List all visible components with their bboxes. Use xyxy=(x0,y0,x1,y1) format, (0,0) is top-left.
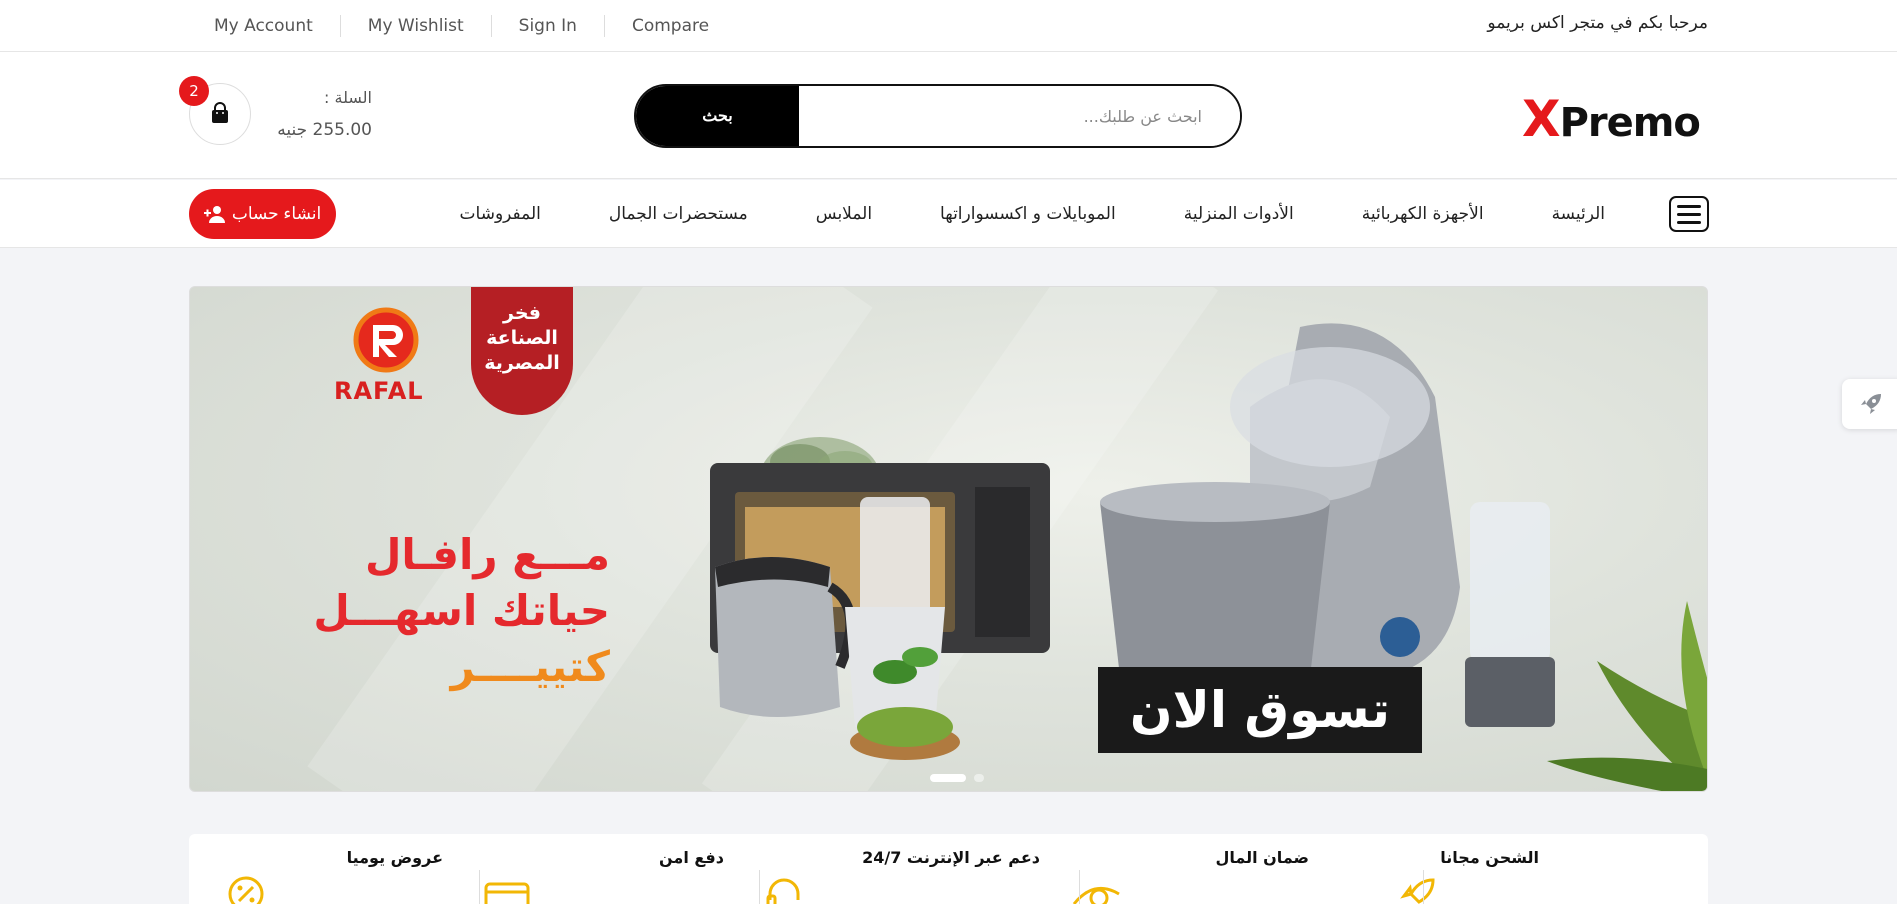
feature-divider xyxy=(1423,870,1424,904)
rocket-icon xyxy=(1400,878,1435,904)
feature-title: دفع امن xyxy=(659,848,724,867)
logo-text: Premo xyxy=(1559,100,1701,146)
feature-title: الشحن مجانا xyxy=(1440,848,1539,867)
welcome-text: مرحبا بكم في متجر اكس بريمو xyxy=(1487,13,1708,33)
compare-link[interactable]: Compare xyxy=(603,15,736,37)
cart-count-badge: 2 xyxy=(179,76,209,106)
feature-online-support: دعم عبر الإنترنت 24/7 xyxy=(764,834,1040,904)
nav-item-cosmetics[interactable]: مستحضرات الجمال xyxy=(609,204,748,224)
cart-label: السلة : xyxy=(324,88,372,107)
search-input[interactable] xyxy=(799,86,1240,146)
carousel-dots xyxy=(930,774,984,782)
site-logo[interactable]: XPremo xyxy=(1522,90,1701,148)
floating-rocket-button[interactable] xyxy=(1842,379,1897,429)
feature-divider xyxy=(1079,870,1080,904)
feature-title: ضمان المال xyxy=(1215,848,1309,867)
nav-item-home[interactable]: الرئيسة xyxy=(1552,204,1605,224)
feature-money-back: ضمان المال xyxy=(1069,834,1309,904)
hero-banner[interactable]: فخر الصناعة المصرية RAFAL مـــع رافـال ح… xyxy=(189,286,1708,792)
top-bar: My Account My Wishlist Sign In Compare م… xyxy=(0,0,1897,52)
feature-divider xyxy=(479,870,480,904)
carousel-dot[interactable] xyxy=(974,774,984,782)
nav-item-clothes[interactable]: الملابس xyxy=(816,204,872,224)
nav-item-furnishings[interactable]: المفروشات xyxy=(460,204,541,224)
shopping-bag-icon xyxy=(212,102,228,123)
feature-title: عروض يوميا xyxy=(346,848,443,867)
shop-now-button[interactable]: تسوق الان xyxy=(1098,667,1422,753)
card-icon xyxy=(484,882,530,904)
rocket-icon xyxy=(1861,394,1881,414)
feature-daily-offers: عروض يوميا xyxy=(226,834,443,904)
cart-total: 255.00 جنيه xyxy=(277,120,372,140)
slogan-line-1: مـــع رافـال xyxy=(364,530,610,579)
user-plus-icon xyxy=(203,206,225,223)
register-button[interactable]: انشاء حساب xyxy=(189,189,336,239)
seal-line: المصرية xyxy=(484,352,560,374)
percent-icon xyxy=(228,876,264,904)
hamburger-menu-icon[interactable] xyxy=(1669,196,1709,232)
seal-line: فخر xyxy=(503,302,541,324)
search-bar: بحث xyxy=(634,84,1242,148)
feature-free-shipping: الشحن مجانا xyxy=(1359,834,1539,904)
nav-item-mobiles[interactable]: الموبايلات و اكسسواراتها xyxy=(940,204,1116,224)
my-account-link[interactable]: My Account xyxy=(189,15,340,37)
seal-line: الصناعة xyxy=(486,327,558,349)
carousel-dot-active[interactable] xyxy=(930,774,966,782)
headset-icon xyxy=(766,878,800,904)
nav-item-electrical-appliances[interactable]: الأجهزة الكهربائية xyxy=(1362,204,1484,224)
logo-x: X xyxy=(1522,90,1561,148)
main-nav: انشاء حساب الرئيسة الأجهزة الكهربائية ال… xyxy=(0,180,1897,248)
made-in-egypt-seal: فخر الصناعة المصرية xyxy=(471,287,573,415)
header: 2 السلة : 255.00 جنيه بحث XPremo xyxy=(0,52,1897,179)
plant-decoration xyxy=(1547,601,1707,791)
my-wishlist-link[interactable]: My Wishlist xyxy=(339,15,491,37)
nav-item-home-tools[interactable]: الأدوات المنزلية xyxy=(1184,204,1294,224)
slogan-line-2: حياتك اسهـــل xyxy=(313,586,610,635)
banner-slogan: مـــع رافـال حياتك اسهـــل كتييــــر xyxy=(280,527,610,695)
top-links: My Account My Wishlist Sign In Compare xyxy=(189,0,736,52)
rafal-brand-text: RAFAL xyxy=(334,377,424,405)
features-strip: الشحن مجانا ضمان المال دعم عبر الإنترنت … xyxy=(189,834,1708,904)
nav-items: الرئيسة الأجهزة الكهربائية الأدوات المنز… xyxy=(460,180,1605,248)
slogan-line-3: كتييــــر xyxy=(450,642,610,691)
feature-secure-payment: دفع امن xyxy=(484,834,724,904)
search-button[interactable]: بحث xyxy=(636,86,799,146)
money-icon xyxy=(1072,886,1120,904)
sign-in-link[interactable]: Sign In xyxy=(490,15,604,37)
feature-title: دعم عبر الإنترنت 24/7 xyxy=(862,848,1040,867)
feature-divider xyxy=(759,870,760,904)
register-label: انشاء حساب xyxy=(231,204,322,223)
